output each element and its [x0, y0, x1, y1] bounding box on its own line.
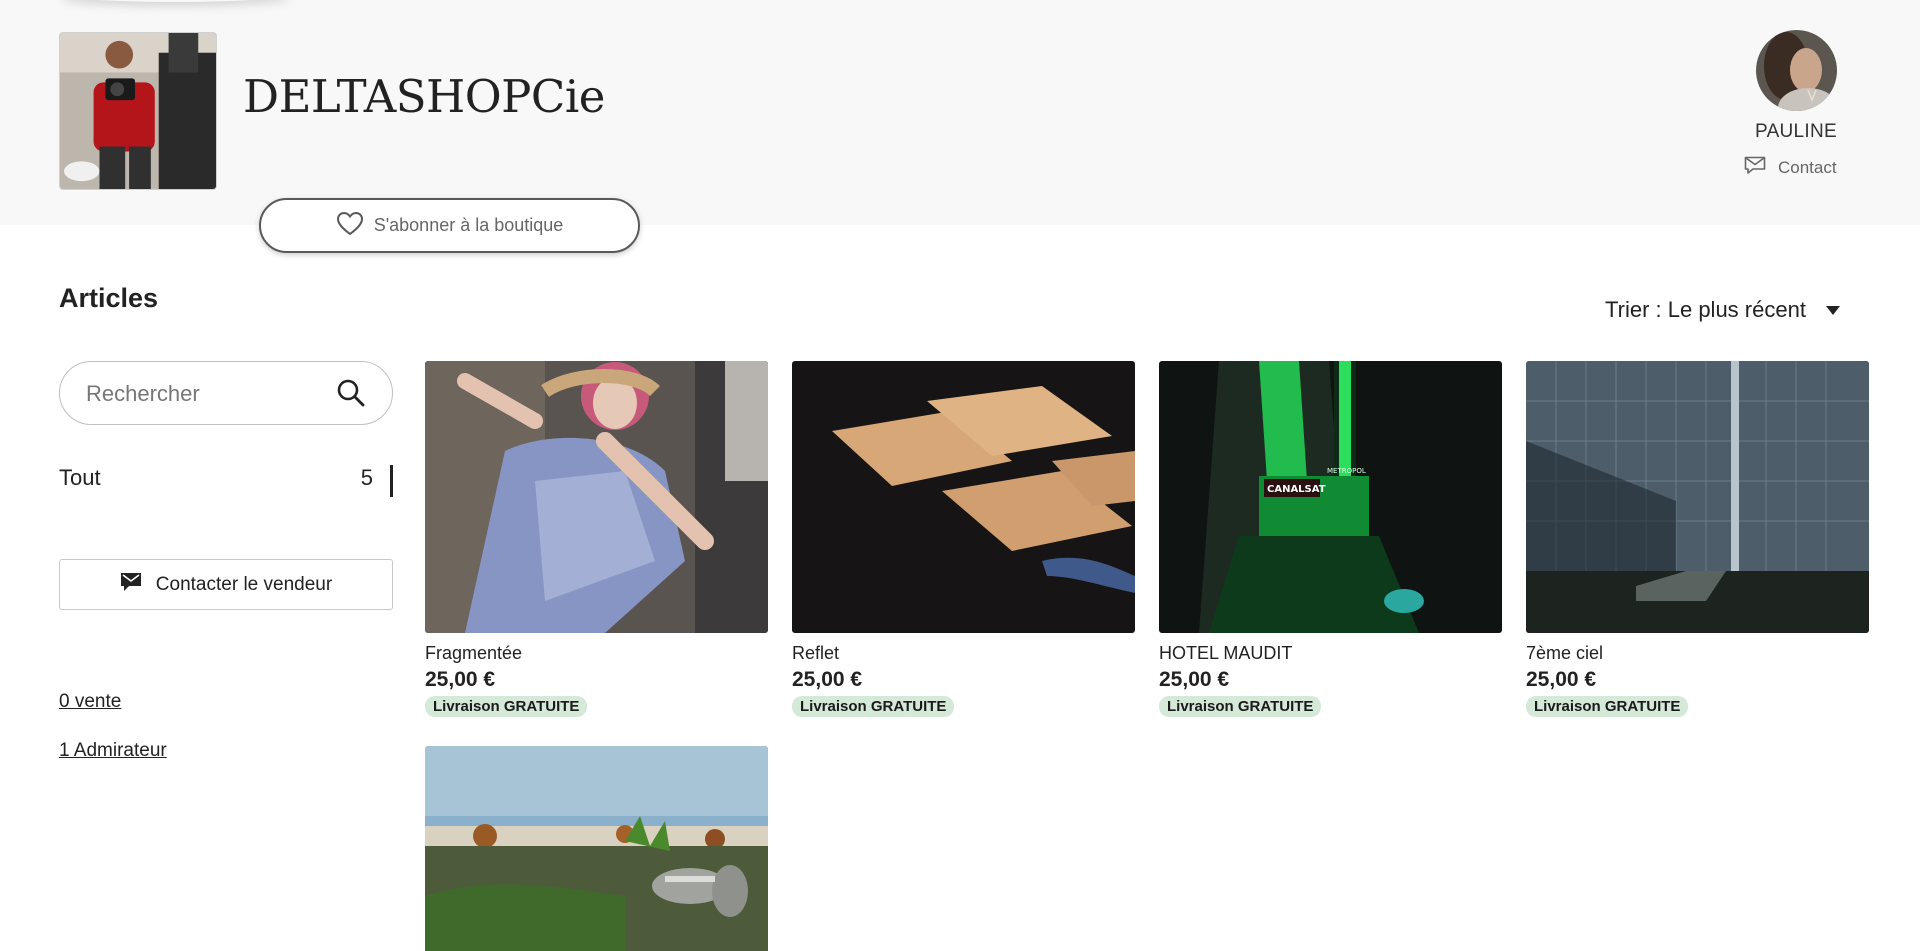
sort-label: Trier : Le plus récent: [1605, 297, 1806, 322]
listing-card[interactable]: CANALSAT METROPOL HOTEL MAUDIT 25,00 € L…: [1159, 361, 1502, 717]
shop-header: DELTASHOPCie PAULINE Contact: [0, 0, 1920, 225]
heart-icon: [336, 211, 364, 241]
listing-image[interactable]: [425, 746, 768, 951]
header-shadow-decoration: [60, 0, 290, 2]
listing-image[interactable]: [792, 361, 1135, 633]
owner-name[interactable]: PAULINE: [1740, 121, 1852, 143]
follow-shop-button[interactable]: S'abonner à la boutique: [259, 198, 640, 253]
listing-card[interactable]: [425, 746, 768, 951]
hotel-sign-text-2: METROPOL: [1327, 467, 1366, 475]
listing-card[interactable]: Fragmentée 25,00 € Livraison GRATUITE: [425, 361, 768, 717]
shop-name: DELTASHOPCie: [243, 70, 605, 123]
envelope-outline-icon: [1744, 156, 1766, 179]
admirers-count-link[interactable]: 1 Admirateur: [59, 740, 167, 762]
listing-card[interactable]: Reflet 25,00 € Livraison GRATUITE: [792, 361, 1135, 717]
category-count: 5: [360, 465, 373, 490]
listing-price: 25,00 €: [792, 668, 863, 691]
articles-heading: Articles: [59, 283, 159, 313]
free-shipping-badge: Livraison GRATUITE: [425, 696, 588, 717]
search-input[interactable]: [84, 376, 328, 412]
hotel-sign-text: CANALSAT: [1267, 484, 1326, 495]
listing-title[interactable]: HOTEL MAUDIT: [1159, 643, 1502, 664]
contact-owner-link[interactable]: Contact: [1744, 156, 1837, 179]
shop-owner: PAULINE: [1740, 30, 1852, 143]
listing-image[interactable]: CANALSAT METROPOL: [1159, 361, 1502, 633]
shop-search: [59, 361, 393, 425]
free-shipping-badge: Livraison GRATUITE: [1526, 696, 1689, 717]
selected-indicator: [390, 465, 393, 497]
contact-owner-label: Contact: [1778, 157, 1837, 177]
contact-seller-button[interactable]: Contacter le vendeur: [59, 559, 393, 610]
category-label: Tout: [59, 465, 101, 490]
search-icon[interactable]: [336, 378, 366, 413]
listing-price: 25,00 €: [425, 668, 496, 691]
listing-image[interactable]: [425, 361, 768, 633]
category-all[interactable]: Tout 5: [59, 463, 393, 499]
shop-logo[interactable]: [59, 32, 217, 190]
listing-title[interactable]: 7ème ciel: [1526, 643, 1869, 664]
free-shipping-badge: Livraison GRATUITE: [792, 696, 955, 717]
listing-price: 25,00 €: [1526, 668, 1597, 691]
caret-down-icon: [1825, 305, 1840, 315]
sort-dropdown[interactable]: Trier : Le plus récent: [1605, 297, 1840, 323]
listing-price: 25,00 €: [1159, 668, 1230, 691]
listing-card[interactable]: 7ème ciel 25,00 € Livraison GRATUITE: [1526, 361, 1869, 717]
sales-count-link[interactable]: 0 vente: [59, 691, 121, 713]
owner-avatar[interactable]: [1755, 30, 1837, 111]
contact-seller-label: Contacter le vendeur: [155, 573, 333, 595]
follow-shop-label: S'abonner à la boutique: [373, 215, 564, 235]
listing-title[interactable]: Reflet: [792, 643, 1135, 664]
message-icon: [120, 572, 142, 597]
free-shipping-badge: Livraison GRATUITE: [1159, 696, 1322, 717]
listing-title[interactable]: Fragmentée: [425, 643, 768, 664]
listing-image[interactable]: [1526, 361, 1869, 633]
